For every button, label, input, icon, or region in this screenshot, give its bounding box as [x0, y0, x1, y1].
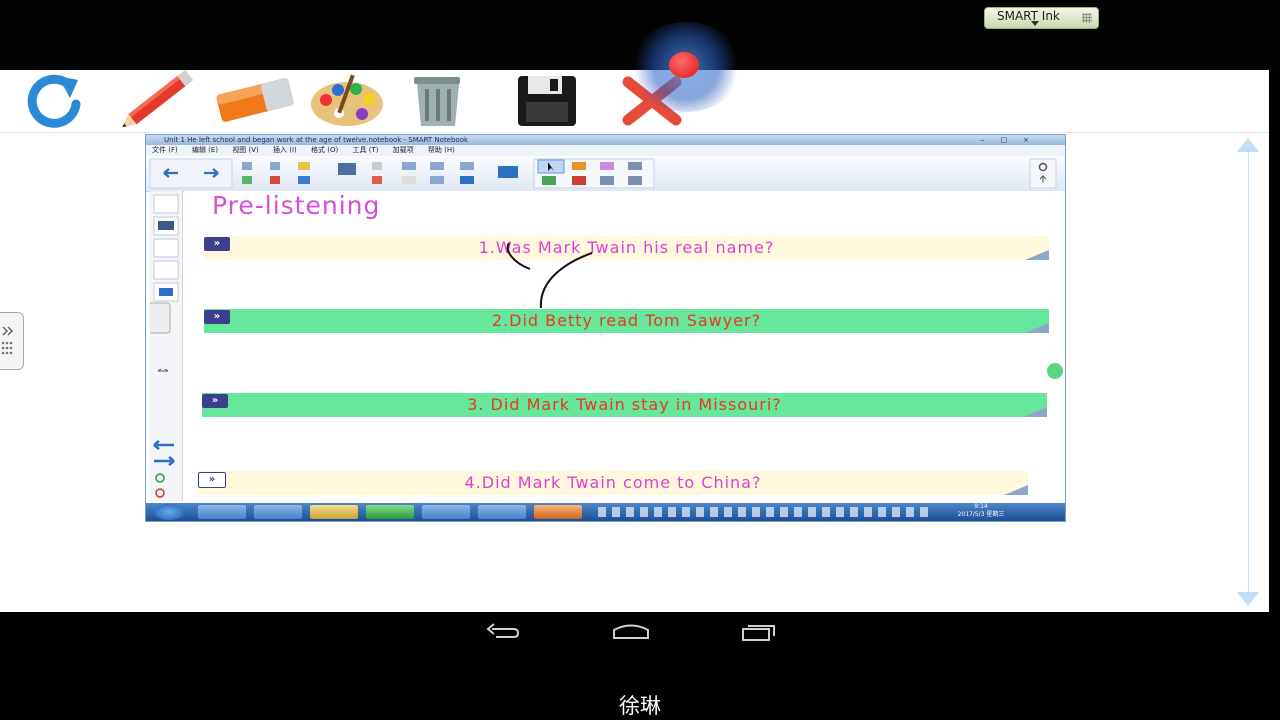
home-icon[interactable] — [611, 621, 651, 647]
eraser-icon[interactable] — [210, 70, 300, 130]
menu-addons[interactable]: 加载项 — [393, 146, 414, 154]
smart-ink-label: SMART Ink — [997, 9, 1060, 23]
record-icon — [669, 52, 699, 78]
menu-view[interactable]: 视图 (V) — [232, 146, 258, 154]
pen-icon[interactable] — [112, 69, 204, 130]
windows-taskbar: 9:14 2017/5/3 星期三 — [146, 503, 1065, 521]
menu-tools[interactable]: 工具 (T) — [352, 146, 378, 154]
menu-help[interactable]: 帮助 (H) — [428, 146, 455, 154]
palette-icon[interactable] — [306, 70, 388, 130]
slide-canvas[interactable]: Pre-listening » 1.Was Mark Twain his rea… — [184, 191, 1065, 501]
taskbar-app-2[interactable] — [254, 505, 302, 519]
menu-format[interactable]: 格式 (O) — [311, 146, 338, 154]
taskbar-app-4[interactable] — [366, 505, 414, 519]
tray-icons[interactable] — [598, 507, 928, 517]
clock-time: 9:14 — [974, 503, 988, 510]
refresh-icon[interactable] — [18, 70, 90, 130]
menu-file[interactable]: 文件 (F) — [152, 146, 178, 154]
scroll-up-icon[interactable] — [1237, 138, 1259, 152]
notebook-window: Unit 1 He left school and began work at … — [145, 134, 1066, 522]
menu-bar: 文件 (F) 编辑 (E) 视图 (V) 插入 (I) 格式 (O) 工具 (T… — [146, 145, 1065, 156]
scrollbar-track[interactable] — [1248, 150, 1249, 600]
chevron-down-icon — [1031, 21, 1039, 26]
smart-ink-button[interactable]: SMART Ink — [984, 7, 1099, 29]
grip-icon — [1082, 13, 1092, 23]
window-titlebar: Unit 1 He left school and began work at … — [146, 135, 1065, 145]
page-handle[interactable] — [1047, 363, 1063, 379]
start-button[interactable] — [154, 504, 184, 520]
taskbar-clock[interactable]: 9:14 2017/5/3 星期三 — [946, 503, 1016, 519]
page-sorter-sidebar — [146, 191, 183, 501]
side-panel-handle[interactable] — [0, 312, 24, 370]
taskbar-app-1[interactable] — [198, 505, 246, 519]
notebook-ribbon — [146, 156, 1065, 192]
taskbar-app-3[interactable] — [310, 505, 358, 519]
window-controls[interactable]: ‒□× — [980, 135, 1045, 145]
recent-apps-icon[interactable] — [740, 621, 778, 647]
menu-insert[interactable]: 插入 (I) — [273, 146, 297, 154]
taskbar-app-7[interactable] — [534, 505, 582, 519]
window-title: Unit 1 He left school and began work at … — [164, 136, 469, 144]
clock-date: 2017/5/3 星期三 — [957, 511, 1005, 518]
taskbar-app-6[interactable] — [478, 505, 526, 519]
ink-strokes — [506, 242, 593, 309]
taskbar-app-5[interactable] — [422, 505, 470, 519]
back-icon[interactable] — [484, 621, 522, 647]
trash-icon[interactable] — [404, 70, 472, 130]
video-caption: 徐琳 — [619, 694, 661, 718]
scroll-down-icon[interactable] — [1237, 592, 1259, 606]
save-icon[interactable] — [512, 70, 582, 130]
menu-edit[interactable]: 编辑 (E) — [192, 146, 218, 154]
